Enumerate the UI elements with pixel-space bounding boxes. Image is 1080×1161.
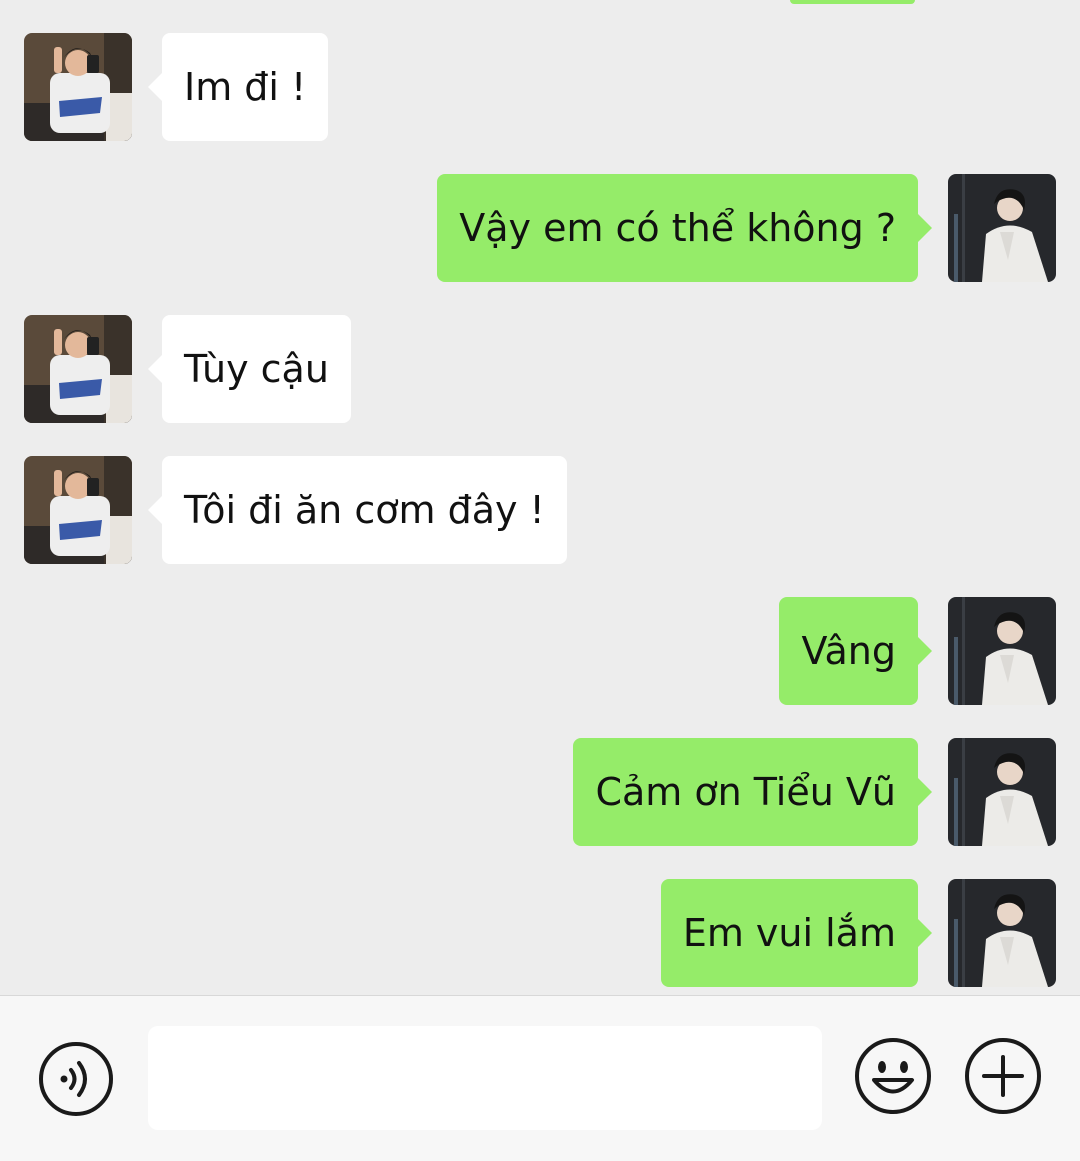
message-bubble-outgoing[interactable]: Cảm ơn Tiểu Vũ	[573, 738, 932, 846]
avatar-contact[interactable]	[24, 456, 132, 564]
voice-icon[interactable]	[38, 1041, 114, 1117]
avatar-self[interactable]	[948, 879, 1056, 987]
message-bubble-incoming[interactable]: Tôi đi ăn cơm đây !	[148, 456, 567, 564]
message-bubble-outgoing[interactable]: Vậy em có thể không ?	[437, 174, 932, 282]
chat-message-list[interactable]: Im đi ! Vậy em có thể không ? Tùy cậu Tô…	[0, 0, 1080, 995]
avatar-self[interactable]	[948, 738, 1056, 846]
avatar-contact[interactable]	[24, 33, 132, 141]
avatar-self[interactable]	[948, 597, 1056, 705]
plus-icon[interactable]	[964, 1037, 1042, 1115]
message-bubble-outgoing[interactable]: Vâng	[779, 597, 932, 705]
emoji-icon[interactable]	[854, 1037, 932, 1115]
chat-input-bar	[0, 995, 1080, 1161]
avatar-contact[interactable]	[24, 315, 132, 423]
message-bubble-outgoing[interactable]: Em vui lắm	[660, 879, 933, 987]
avatar-self[interactable]	[948, 174, 1056, 282]
message-bubble-incoming[interactable]: Tùy cậu	[148, 315, 351, 423]
message-bubble-incoming[interactable]: Im đi !	[147, 33, 329, 141]
message-input[interactable]	[148, 1026, 822, 1130]
